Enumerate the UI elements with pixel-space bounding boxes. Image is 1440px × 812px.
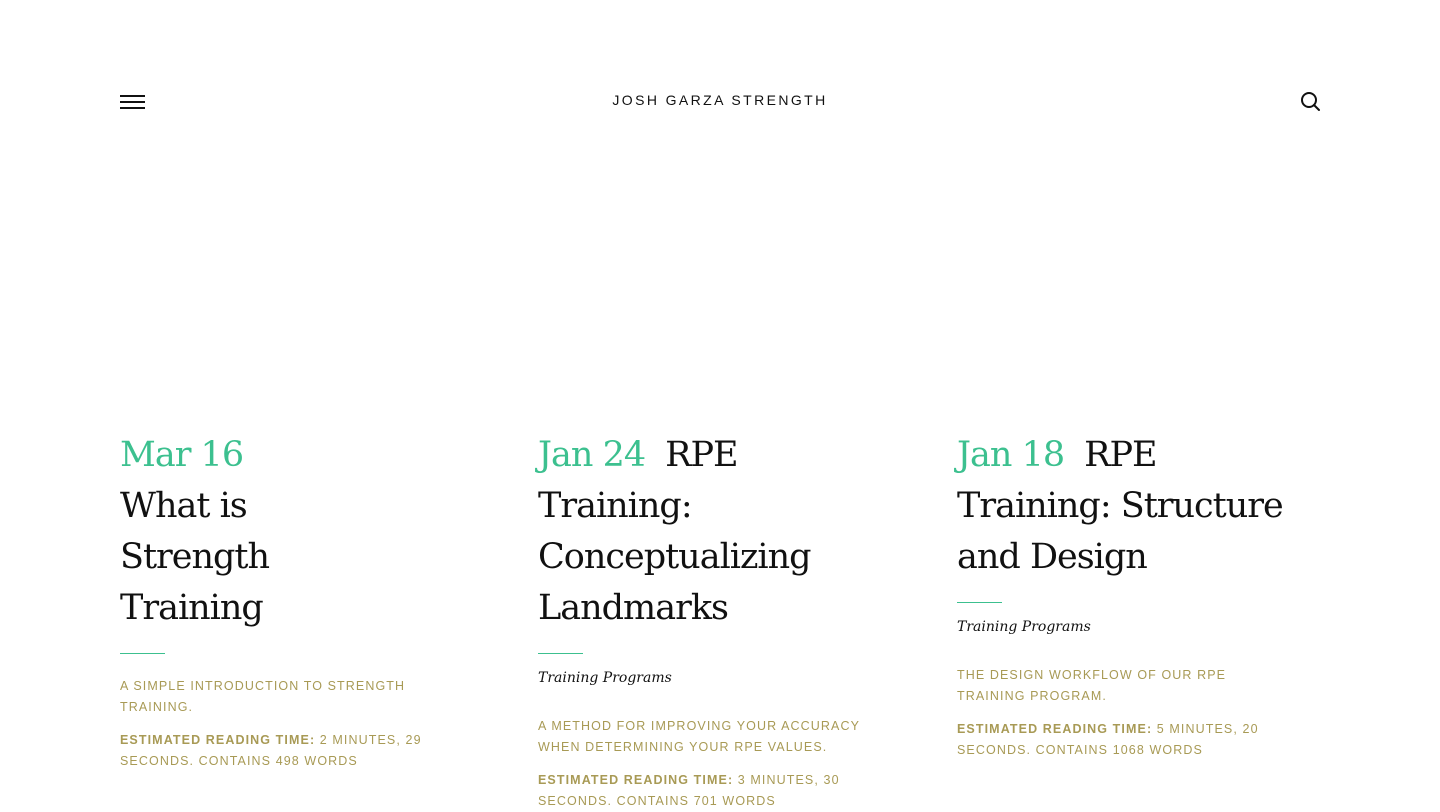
post-category-link[interactable]: Training Programs bbox=[957, 619, 1319, 635]
post-heading[interactable]: Mar 16 What is Strength Training bbox=[120, 430, 482, 634]
post-divider bbox=[538, 653, 583, 654]
post-heading[interactable]: Jan 18 RPE Training: Structure and Design bbox=[957, 430, 1319, 583]
search-icon[interactable] bbox=[1299, 90, 1321, 112]
post-card: Mar 16 What is Strength Training A SIMPLE… bbox=[120, 430, 482, 772]
reading-time-label: ESTIMATED READING TIME: bbox=[120, 733, 316, 747]
post-reading-time: ESTIMATED READING TIME: 3 MINUTES, 30 SE… bbox=[538, 770, 878, 812]
post-reading-time: ESTIMATED READING TIME: 2 MINUTES, 29 SE… bbox=[120, 730, 460, 772]
post-date: Jan 24 bbox=[538, 435, 646, 475]
post-excerpt: A METHOD FOR IMPROVING YOUR ACCURACY WHE… bbox=[538, 719, 860, 754]
post-category-link[interactable]: Training Programs bbox=[538, 670, 900, 686]
post-card: Jan 24 RPE Training: Conceptualizing Land… bbox=[538, 430, 900, 812]
site-title-link[interactable]: JOSH GARZA STRENGTH bbox=[0, 92, 1440, 108]
reading-time-label: ESTIMATED READING TIME: bbox=[957, 722, 1153, 736]
post-divider bbox=[120, 653, 165, 654]
post-title[interactable]: What is Strength Training bbox=[120, 481, 370, 634]
reading-time-label: ESTIMATED READING TIME: bbox=[538, 773, 734, 787]
post-date: Mar 16 bbox=[120, 435, 244, 475]
post-date: Jan 18 bbox=[957, 435, 1065, 475]
post-heading[interactable]: Jan 24 RPE Training: Conceptualizing Land… bbox=[538, 430, 900, 634]
post-card: Jan 18 RPE Training: Structure and Design… bbox=[957, 430, 1319, 761]
post-reading-time: ESTIMATED READING TIME: 5 MINUTES, 20 SE… bbox=[957, 719, 1297, 761]
post-divider bbox=[957, 602, 1002, 603]
site-header: JOSH GARZA STRENGTH bbox=[0, 0, 1440, 200]
post-excerpt: A SIMPLE INTRODUCTION TO STRENGTH TRAINI… bbox=[120, 679, 406, 714]
post-excerpt: THE DESIGN WORKFLOW OF OUR RPE TRAINING … bbox=[957, 668, 1227, 703]
